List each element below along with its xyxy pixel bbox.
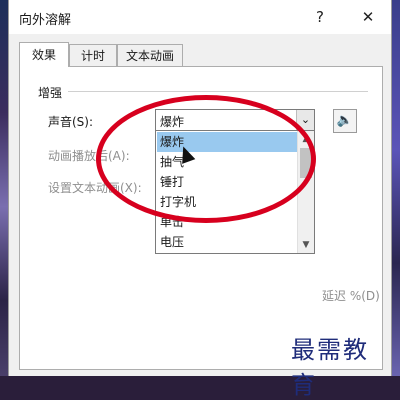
tab-timing[interactable]: 计时 [69,44,117,67]
tab-text-animation[interactable]: 文本动画 [117,44,183,67]
group-label-enhancements: 增强 [38,86,63,100]
title-bar: 向外溶解 ? ✕ [9,0,391,34]
delay-label: 延迟 %(D) [322,289,380,303]
speaker-icon[interactable]: 🔈 [333,109,357,133]
help-button[interactable]: ? [307,6,333,28]
window-title: 向外溶解 [19,13,72,28]
watermark: 最需教育 [291,336,369,399]
dropdown-option[interactable]: 电压 [157,232,299,252]
annotation-circle [96,95,316,223]
sound-label: 声音(S): [48,115,94,129]
chevron-down-icon[interactable]: ▼ [298,237,314,253]
dialog: 向外溶解 ? ✕ 效果 计时 文本动画 增强 声音(S): 爆炸 ⌄ 🔈 动画播… [8,0,392,399]
close-button[interactable]: ✕ [355,6,381,28]
tab-effect[interactable]: 效果 [19,42,69,67]
group-divider [68,91,368,92]
